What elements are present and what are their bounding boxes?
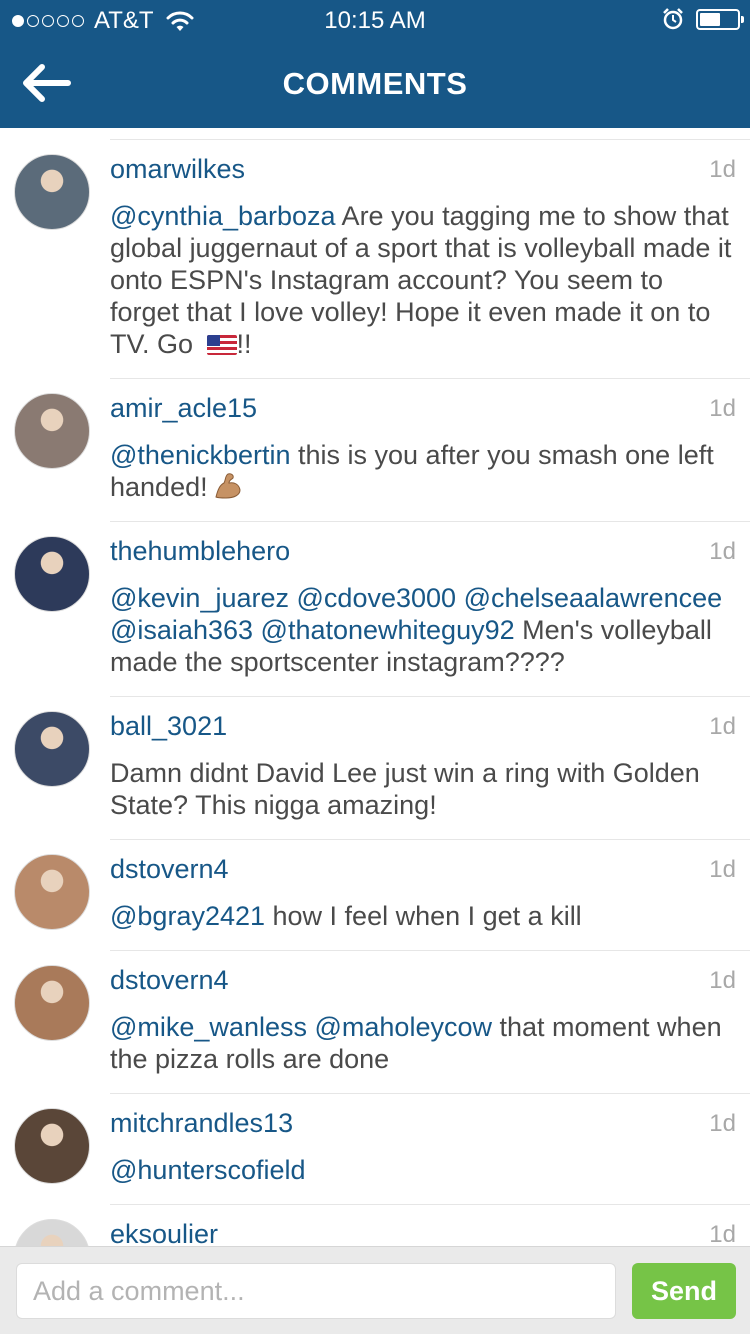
comment-text: @cynthia_barboza Are you tagging me to s…: [110, 200, 732, 360]
comment-text-segment: [289, 583, 297, 613]
status-time: 10:15 AM: [324, 7, 426, 34]
avatar[interactable]: [14, 536, 90, 612]
comment-timestamp: 1d: [709, 395, 736, 422]
battery-icon: [696, 8, 744, 30]
avatar[interactable]: [14, 1108, 90, 1184]
comment-row[interactable]: mitchrandles13 1d @hunterscofield: [14, 1094, 750, 1205]
comment-text: @bgray2421 how I feel when I get a kill: [110, 900, 732, 932]
comment-timestamp: 1d: [709, 1110, 736, 1137]
comment-row[interactable]: eksoulier 1d: [14, 1205, 750, 1246]
comment-text-segment: !!: [236, 329, 252, 359]
comment-text-segment: [253, 615, 261, 645]
mention-link[interactable]: @chelseaalawrencee: [464, 583, 723, 613]
flexed-biceps-icon: [215, 473, 241, 499]
avatar[interactable]: [14, 711, 90, 787]
comment-timestamp: 1d: [709, 538, 736, 565]
comment-row[interactable]: ball_3021 1d Damn didnt David Lee just win…: [14, 697, 750, 840]
us-flag-icon: [206, 335, 237, 355]
mention-link[interactable]: @thatonewhiteguy92: [261, 615, 515, 645]
comment-timestamp: 1d: [709, 156, 736, 183]
comment-row[interactable]: omarwilkes 1d @cynthia_barboza Are you tag…: [14, 140, 750, 379]
comment-text: @thenickbertin this is you after you sma…: [110, 439, 732, 503]
comment-text: Damn didnt David Lee just win a ring wit…: [110, 757, 732, 821]
comment-text: @hunterscofield: [110, 1154, 732, 1186]
comment-timestamp: 1d: [709, 856, 736, 883]
comment-username[interactable]: dstovern4: [110, 852, 732, 886]
comment-username[interactable]: ball_3021: [110, 709, 732, 743]
comment-text-segment: [456, 583, 464, 613]
comment-row[interactable]: thehumblehero 1d @kevin_juarez @cdove3000 …: [14, 522, 750, 697]
comment-input[interactable]: [16, 1263, 616, 1319]
comment-text-segment: [307, 1012, 315, 1042]
avatar[interactable]: [14, 1219, 90, 1246]
send-button[interactable]: Send: [632, 1263, 736, 1319]
avatar[interactable]: [14, 154, 90, 230]
comment-username[interactable]: mitchrandles13: [110, 1106, 732, 1140]
comment-row[interactable]: amir_acle15 1d @thenickbertin this is you …: [14, 379, 750, 522]
divider: [110, 128, 750, 140]
comment-composer: Send: [0, 1246, 750, 1334]
comment-timestamp: 1d: [709, 713, 736, 740]
avatar[interactable]: [14, 854, 90, 930]
comment-username[interactable]: eksoulier: [110, 1217, 732, 1246]
comment-username[interactable]: dstovern4: [110, 963, 732, 997]
navigation-bar: COMMENTS: [0, 40, 750, 128]
mention-link[interactable]: @bgray2421: [110, 901, 265, 931]
comment-username[interactable]: omarwilkes: [110, 152, 732, 186]
mention-link[interactable]: @mike_wanless: [110, 1012, 307, 1042]
mention-link[interactable]: @cdove3000: [297, 583, 457, 613]
comment-timestamp: 1d: [709, 1221, 736, 1246]
avatar[interactable]: [14, 393, 90, 469]
alarm-clock-icon: [663, 8, 683, 30]
comment-text: @kevin_juarez @cdove3000 @chelseaalawren…: [110, 582, 732, 678]
comment-text-segment: Damn didnt David Lee just win a ring wit…: [110, 758, 700, 820]
avatar[interactable]: [14, 965, 90, 1041]
top-bar: AT&T 10:15 AM COMMENTS: [0, 0, 750, 128]
comment-text-segment: how I feel when I get a kill: [265, 901, 582, 931]
status-right: [662, 8, 744, 30]
mention-link[interactable]: @maholeycow: [315, 1012, 492, 1042]
mention-link[interactable]: @kevin_juarez: [110, 583, 289, 613]
status-bar: AT&T 10:15 AM: [0, 0, 750, 40]
comment-username[interactable]: thehumblehero: [110, 534, 732, 568]
mention-link[interactable]: @thenickbertin: [110, 440, 291, 470]
comment-row[interactable]: dstovern4 1d @mike_wanless @maholeycow tha…: [14, 951, 750, 1094]
comments-list[interactable]: omarwilkes 1d @cynthia_barboza Are you tag…: [0, 128, 750, 1246]
page-title: COMMENTS: [282, 66, 468, 101]
comment-text: @mike_wanless @maholeycow that moment wh…: [110, 1011, 732, 1075]
mention-link[interactable]: @cynthia_barboza: [110, 201, 336, 231]
mention-link[interactable]: @hunterscofield: [110, 1155, 306, 1185]
comment-row[interactable]: dstovern4 1d @bgray2421 how I feel when I …: [14, 840, 750, 951]
comment-timestamp: 1d: [709, 967, 736, 994]
mention-link[interactable]: @isaiah363: [110, 615, 253, 645]
comment-username[interactable]: amir_acle15: [110, 391, 732, 425]
